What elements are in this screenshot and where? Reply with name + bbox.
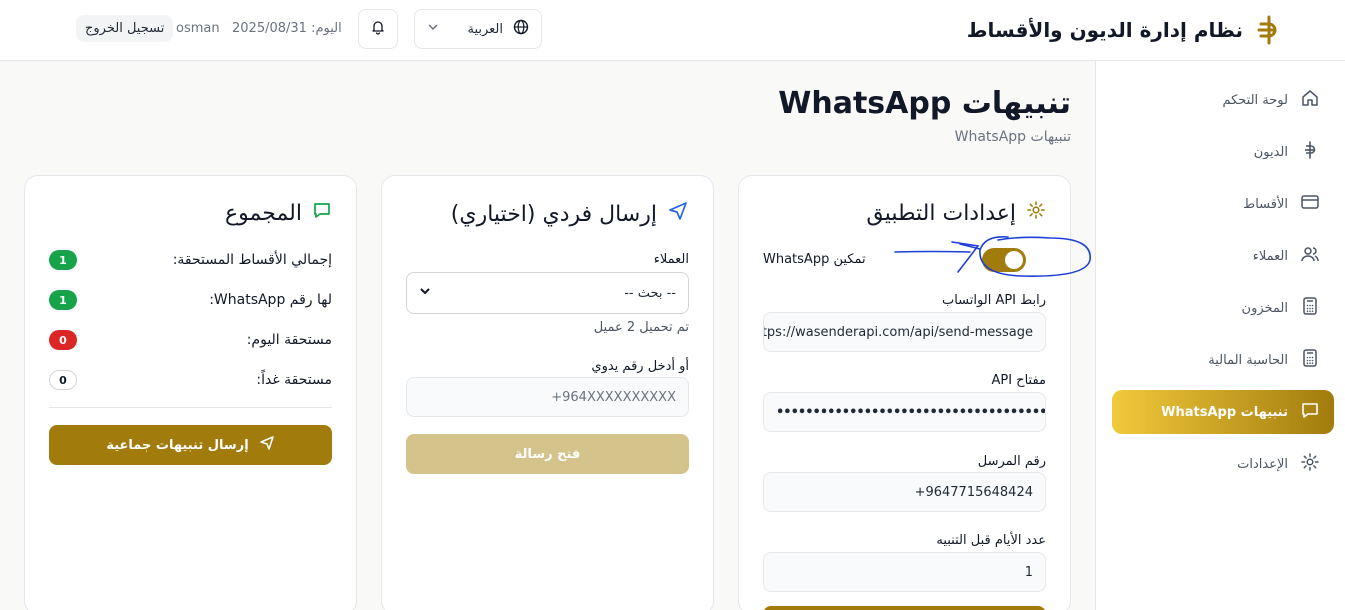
send-icon [667,200,689,228]
divider [49,407,332,408]
logout-button[interactable]: تسجيل الخروج [76,15,174,42]
single-send-card: إرسال فردي (اختياري) العملاء -- بحث -- ت… [381,175,714,610]
today-date: اليوم: 2025/08/31 [232,21,342,36]
home-icon [1300,88,1320,112]
customers-loaded-text: تم تحميل 2 عميل [593,320,689,335]
manual-number-label: أو أدخل رقم يدوي [591,359,689,374]
send-icon [259,435,275,455]
brand: نظام إدارة الديون والأقساط [967,14,1281,46]
sidebar-item-installments[interactable]: الأقساط [1112,182,1334,226]
page-title: تنبيهات WhatsApp [778,86,1071,121]
currency-logo-icon [1255,14,1281,46]
language-label: العربية [467,21,503,37]
sender-number-input[interactable]: +9647715648424 [763,472,1046,512]
status-badge: 0 [49,330,77,350]
calculator-icon [1300,296,1320,320]
sidebar-item-label: العملاء [1252,248,1288,264]
summary-title-text: المجموع [225,200,302,226]
days-before-label: عدد الأيام قبل التنبيه [936,533,1046,548]
api-key-label: مفتاح API [991,373,1046,388]
status-badge: 1 [49,250,77,270]
status-badge: 0 [49,370,77,390]
sidebar-item-debts[interactable]: الديون [1112,130,1334,174]
sidebar-item-dashboard[interactable]: لوحة التحكم [1112,78,1334,122]
save-settings-button[interactable] [763,606,1046,610]
single-send-title-text: إرسال فردي (اختياري) [450,201,657,227]
stat-has-whatsapp: لها رقم WhatsApp: 1 [49,288,332,312]
sidebar-item-inventory[interactable]: المخزون [1112,286,1334,330]
enable-whatsapp-label: تمكين WhatsApp [763,252,866,267]
customer-select[interactable]: -- بحث -- [406,272,689,314]
sidebar-item-whatsapp[interactable]: تنبيهات WhatsApp [1112,390,1334,434]
sidebar: لوحة التحكم الديون الأقساط العملاء المخز… [1095,61,1345,610]
sidebar-item-settings[interactable]: الإعدادات [1112,442,1334,486]
enable-whatsapp-toggle[interactable] [982,248,1026,272]
gear-icon [1300,452,1320,476]
api-url-input[interactable]: https://wasenderapi.com/api/send-message [763,312,1046,352]
summary-title: المجموع [225,200,332,226]
globe-icon [513,19,529,39]
top-header: نظام إدارة الديون والأقساط العربية اليوم… [0,0,1345,61]
app-title: نظام إدارة الديون والأقساط [966,18,1243,42]
username: osman [176,21,220,36]
settings-title-text: إعدادات التطبيق [866,200,1016,226]
sidebar-item-label: الأقساط [1243,196,1288,212]
stat-label: إجمالي الأقساط المستحقة: [172,252,332,268]
stat-due-tomorrow: مستحقة غداً: 0 [49,368,332,392]
sidebar-item-label: المخزون [1241,300,1288,316]
stat-label: مستحقة اليوم: [246,332,332,348]
open-message-button[interactable]: فتح رسالة [406,434,689,474]
bulk-send-label: إرسال تنبيهات جماعية [106,437,249,453]
page-subtitle: تنبيهات WhatsApp [954,129,1071,145]
credit-card-icon [1300,192,1320,216]
bell-icon [370,19,386,39]
sidebar-item-label: الحاسبة المالية [1208,352,1288,368]
currency-icon [1300,140,1320,164]
notifications-button[interactable] [358,9,398,49]
sidebar-item-label: الديون [1253,144,1288,160]
sidebar-item-label: لوحة التحكم [1222,92,1288,108]
customers-label: العملاء [653,252,689,267]
sidebar-item-customers[interactable]: العملاء [1112,234,1334,278]
settings-card-title: إعدادات التطبيق [866,200,1046,226]
chevron-down-icon [419,285,431,301]
message-icon [1300,400,1320,424]
days-before-input[interactable]: 1 [763,552,1046,592]
chevron-down-icon [427,21,439,37]
stat-due-today: مستحقة اليوم: 0 [49,328,332,352]
message-icon [312,200,332,226]
sender-number-label: رقم المرسل [977,454,1046,469]
stat-total-due: إجمالي الأقساط المستحقة: 1 [49,248,332,272]
stat-label: مستحقة غداً: [256,372,332,388]
single-send-title: إرسال فردي (اختياري) [451,200,689,228]
settings-card: إعدادات التطبيق تمكين WhatsApp رابط API … [738,175,1071,610]
summary-card: المجموع إجمالي الأقساط المستحقة: 1 لها ر… [24,175,357,610]
language-select[interactable]: العربية [414,9,542,49]
sidebar-item-calculator[interactable]: الحاسبة المالية [1112,338,1334,382]
stat-label: لها رقم WhatsApp: [209,292,332,308]
gear-icon [1026,200,1046,226]
sidebar-item-label: الإعدادات [1237,456,1288,472]
sidebar-item-label: تنبيهات WhatsApp [1161,404,1288,420]
calculator-icon [1300,348,1320,372]
users-icon [1300,244,1320,268]
bulk-send-button[interactable]: إرسال تنبيهات جماعية [49,425,332,465]
toggle-knob [1005,251,1023,269]
customer-select-value: -- بحث -- [624,285,676,301]
status-badge: 1 [49,290,77,310]
api-url-label: رابط API الواتساب [941,293,1046,308]
manual-number-input[interactable]: +964XXXXXXXXXX [406,377,689,417]
api-key-input[interactable]: ••••••••••••••••••••••••••••••••••••••••… [763,392,1046,432]
